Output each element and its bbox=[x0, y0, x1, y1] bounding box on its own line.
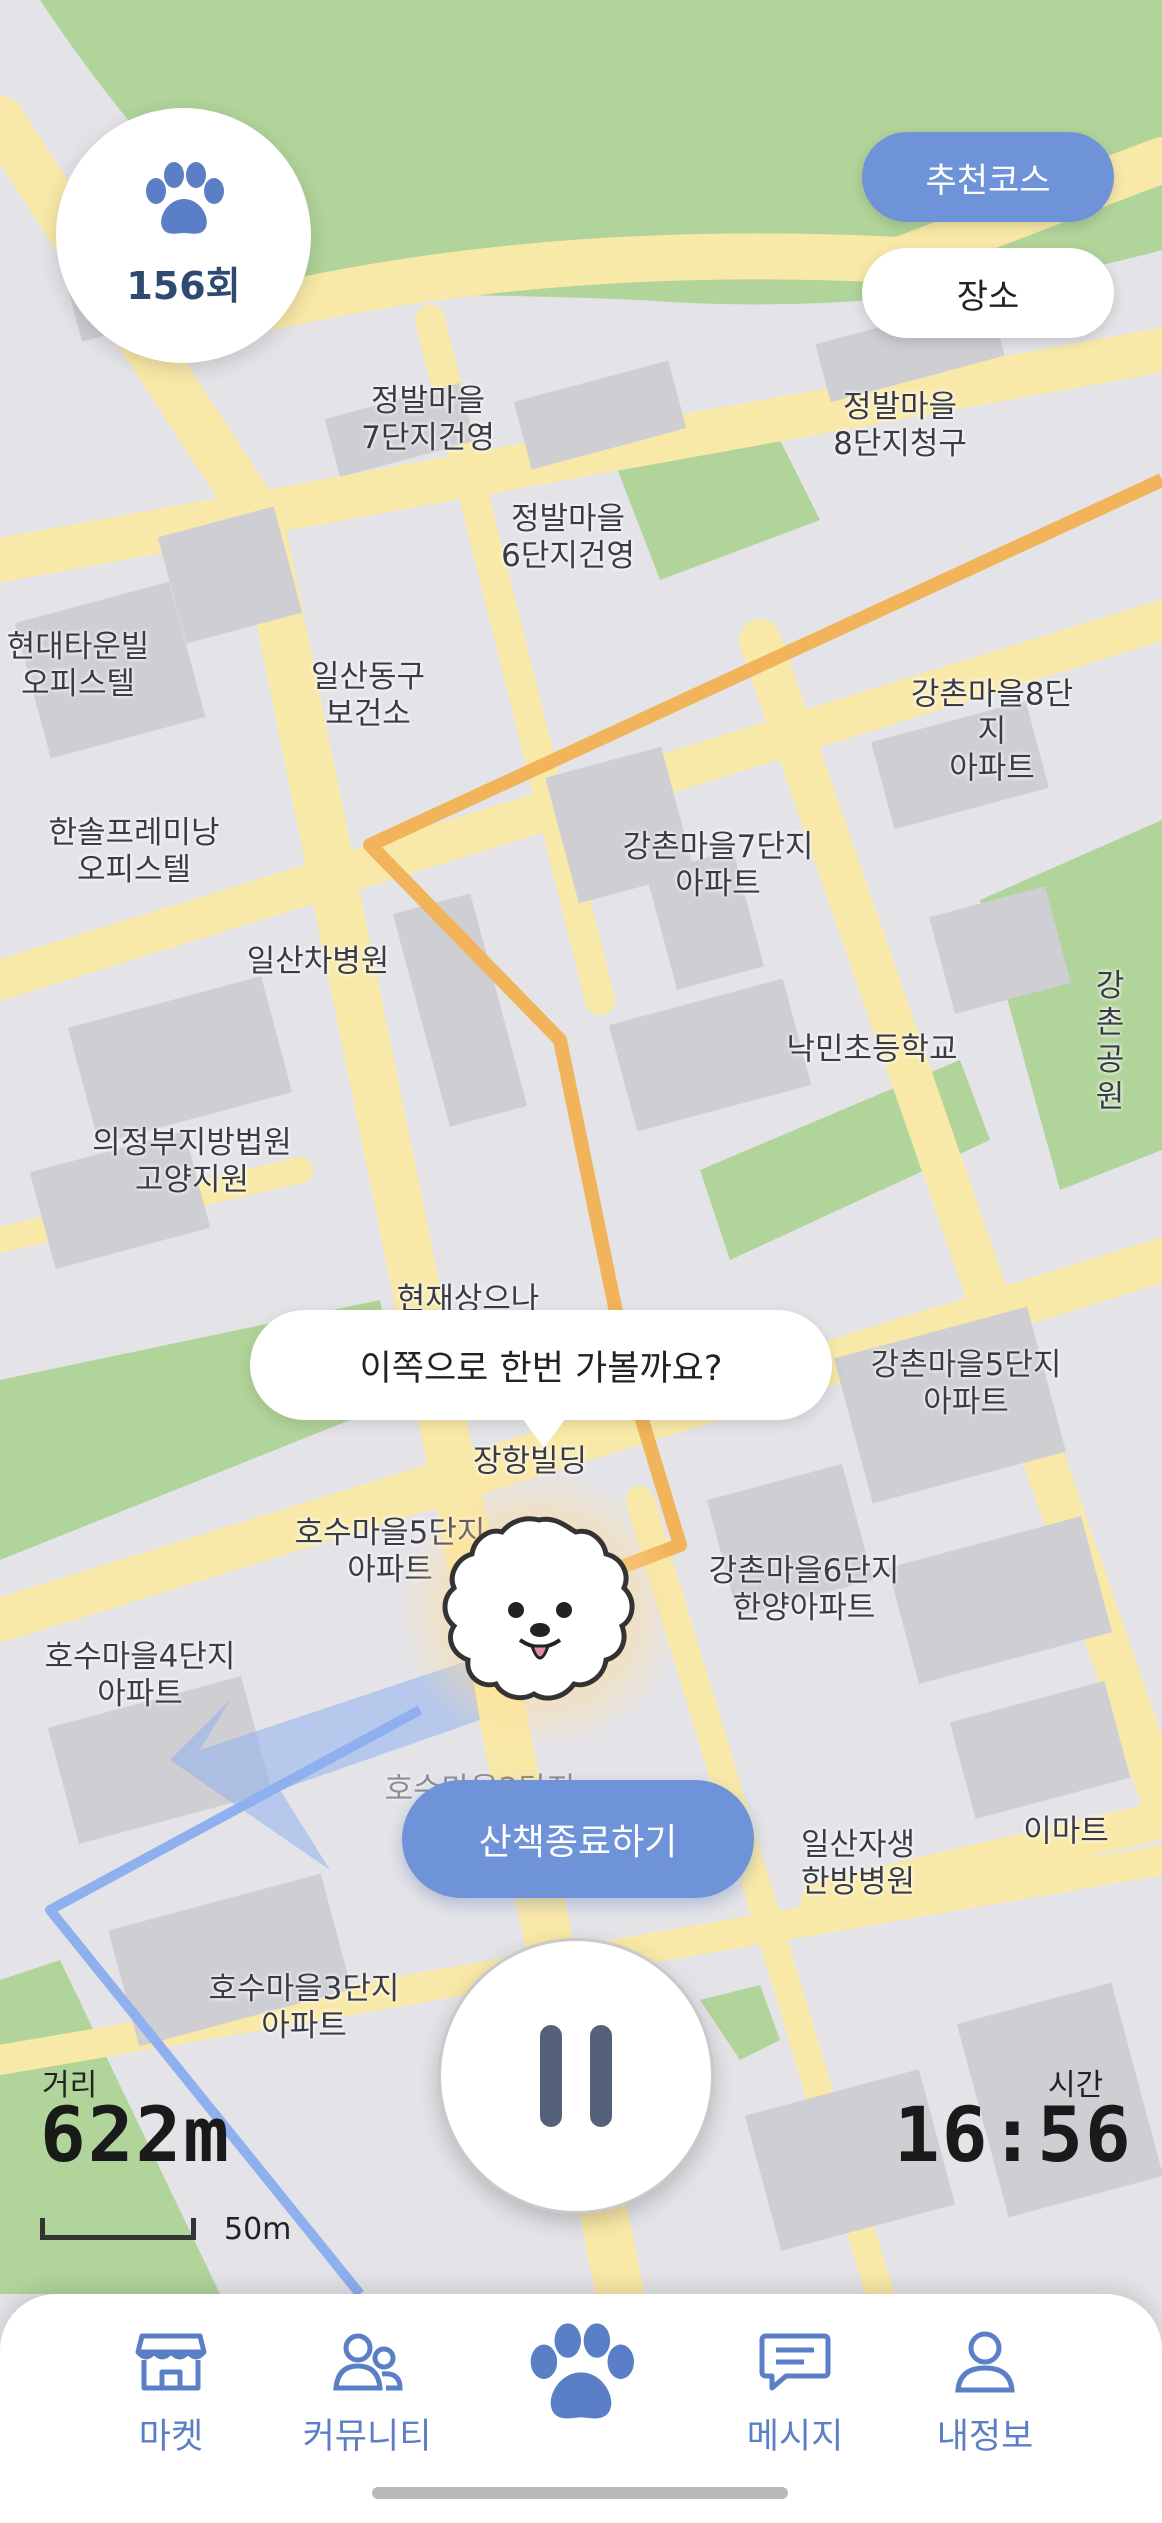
tab-profile[interactable]: 내정보 bbox=[890, 2330, 1080, 2459]
place-button[interactable]: 장소 bbox=[862, 248, 1114, 338]
map-label: 낙민초등학교 bbox=[786, 1031, 958, 1068]
map-label: 호수마을4단지 아파트 bbox=[44, 1639, 236, 1712]
message-icon bbox=[759, 2333, 831, 2391]
profile-icon bbox=[955, 2331, 1015, 2393]
map-label: 현대타운빌 오피스텔 bbox=[6, 629, 150, 702]
tab-message[interactable]: 메시지 bbox=[700, 2330, 890, 2459]
end-walk-button[interactable]: 산책종료하기 bbox=[402, 1780, 754, 1898]
pause-button[interactable] bbox=[438, 1938, 714, 2214]
guide-speech-bubble: 이쪽으로 한번 가볼까요? bbox=[250, 1310, 832, 1420]
map-label: 강촌마을5단지 아파트 bbox=[870, 1347, 1062, 1420]
tab-label: 커뮤니티 bbox=[302, 2417, 432, 2457]
map-label: 호수마을3단지 아파트 bbox=[208, 1971, 400, 2044]
map-label: 정발마을 8단지청구 bbox=[833, 389, 967, 462]
tab-walk[interactable] bbox=[486, 2322, 676, 2428]
pause-icon bbox=[540, 2025, 612, 2127]
map-label: 일산차병원 bbox=[246, 943, 390, 980]
tab-label: 메시지 bbox=[746, 2417, 844, 2457]
walk-count-badge[interactable]: 156회 bbox=[56, 108, 311, 363]
map-label: 이마트 bbox=[1023, 1813, 1109, 1850]
speech-bubble-tail bbox=[522, 1418, 566, 1448]
map-label: 한솔프레미낭 오피스텔 bbox=[48, 815, 220, 888]
map-label: 강촌마을8단지 아파트 bbox=[910, 676, 1074, 787]
community-icon bbox=[333, 2333, 403, 2391]
map-label: 정발마을 6단지건영 bbox=[501, 501, 635, 574]
recommended-course-button[interactable]: 추천코스 bbox=[862, 132, 1114, 222]
distance-value: 622m bbox=[40, 2090, 232, 2179]
map-scale-bar bbox=[40, 2218, 196, 2240]
dog-avatar-icon bbox=[442, 1516, 635, 1701]
home-indicator bbox=[372, 2487, 788, 2499]
tab-label: 내정보 bbox=[936, 2417, 1034, 2457]
tab-label: 마켓 bbox=[138, 2417, 204, 2457]
walk-count: 156회 bbox=[126, 264, 241, 308]
map-label: 강촌공원 bbox=[1095, 968, 1125, 1115]
map-label: 일산동구 보건소 bbox=[310, 659, 426, 732]
tab-market[interactable]: 마켓 bbox=[76, 2330, 266, 2459]
map-label: 의정부지방법원 고양지원 bbox=[92, 1125, 292, 1198]
market-icon bbox=[135, 2333, 207, 2391]
map-label: 일산자생 한방병원 bbox=[800, 1827, 916, 1900]
map-scale-label: 50m bbox=[224, 2212, 292, 2247]
map-label: 정발마을 7단지건영 bbox=[361, 383, 495, 456]
tab-community[interactable]: 커뮤니티 bbox=[272, 2330, 462, 2459]
map-label: 강촌마을6단지 한양아파트 bbox=[708, 1553, 900, 1626]
map-label: 강촌마을7단지 아파트 bbox=[622, 829, 814, 902]
time-value: 16:56 bbox=[894, 2090, 1133, 2179]
paw-icon bbox=[145, 162, 224, 234]
paw-icon bbox=[530, 2323, 634, 2419]
